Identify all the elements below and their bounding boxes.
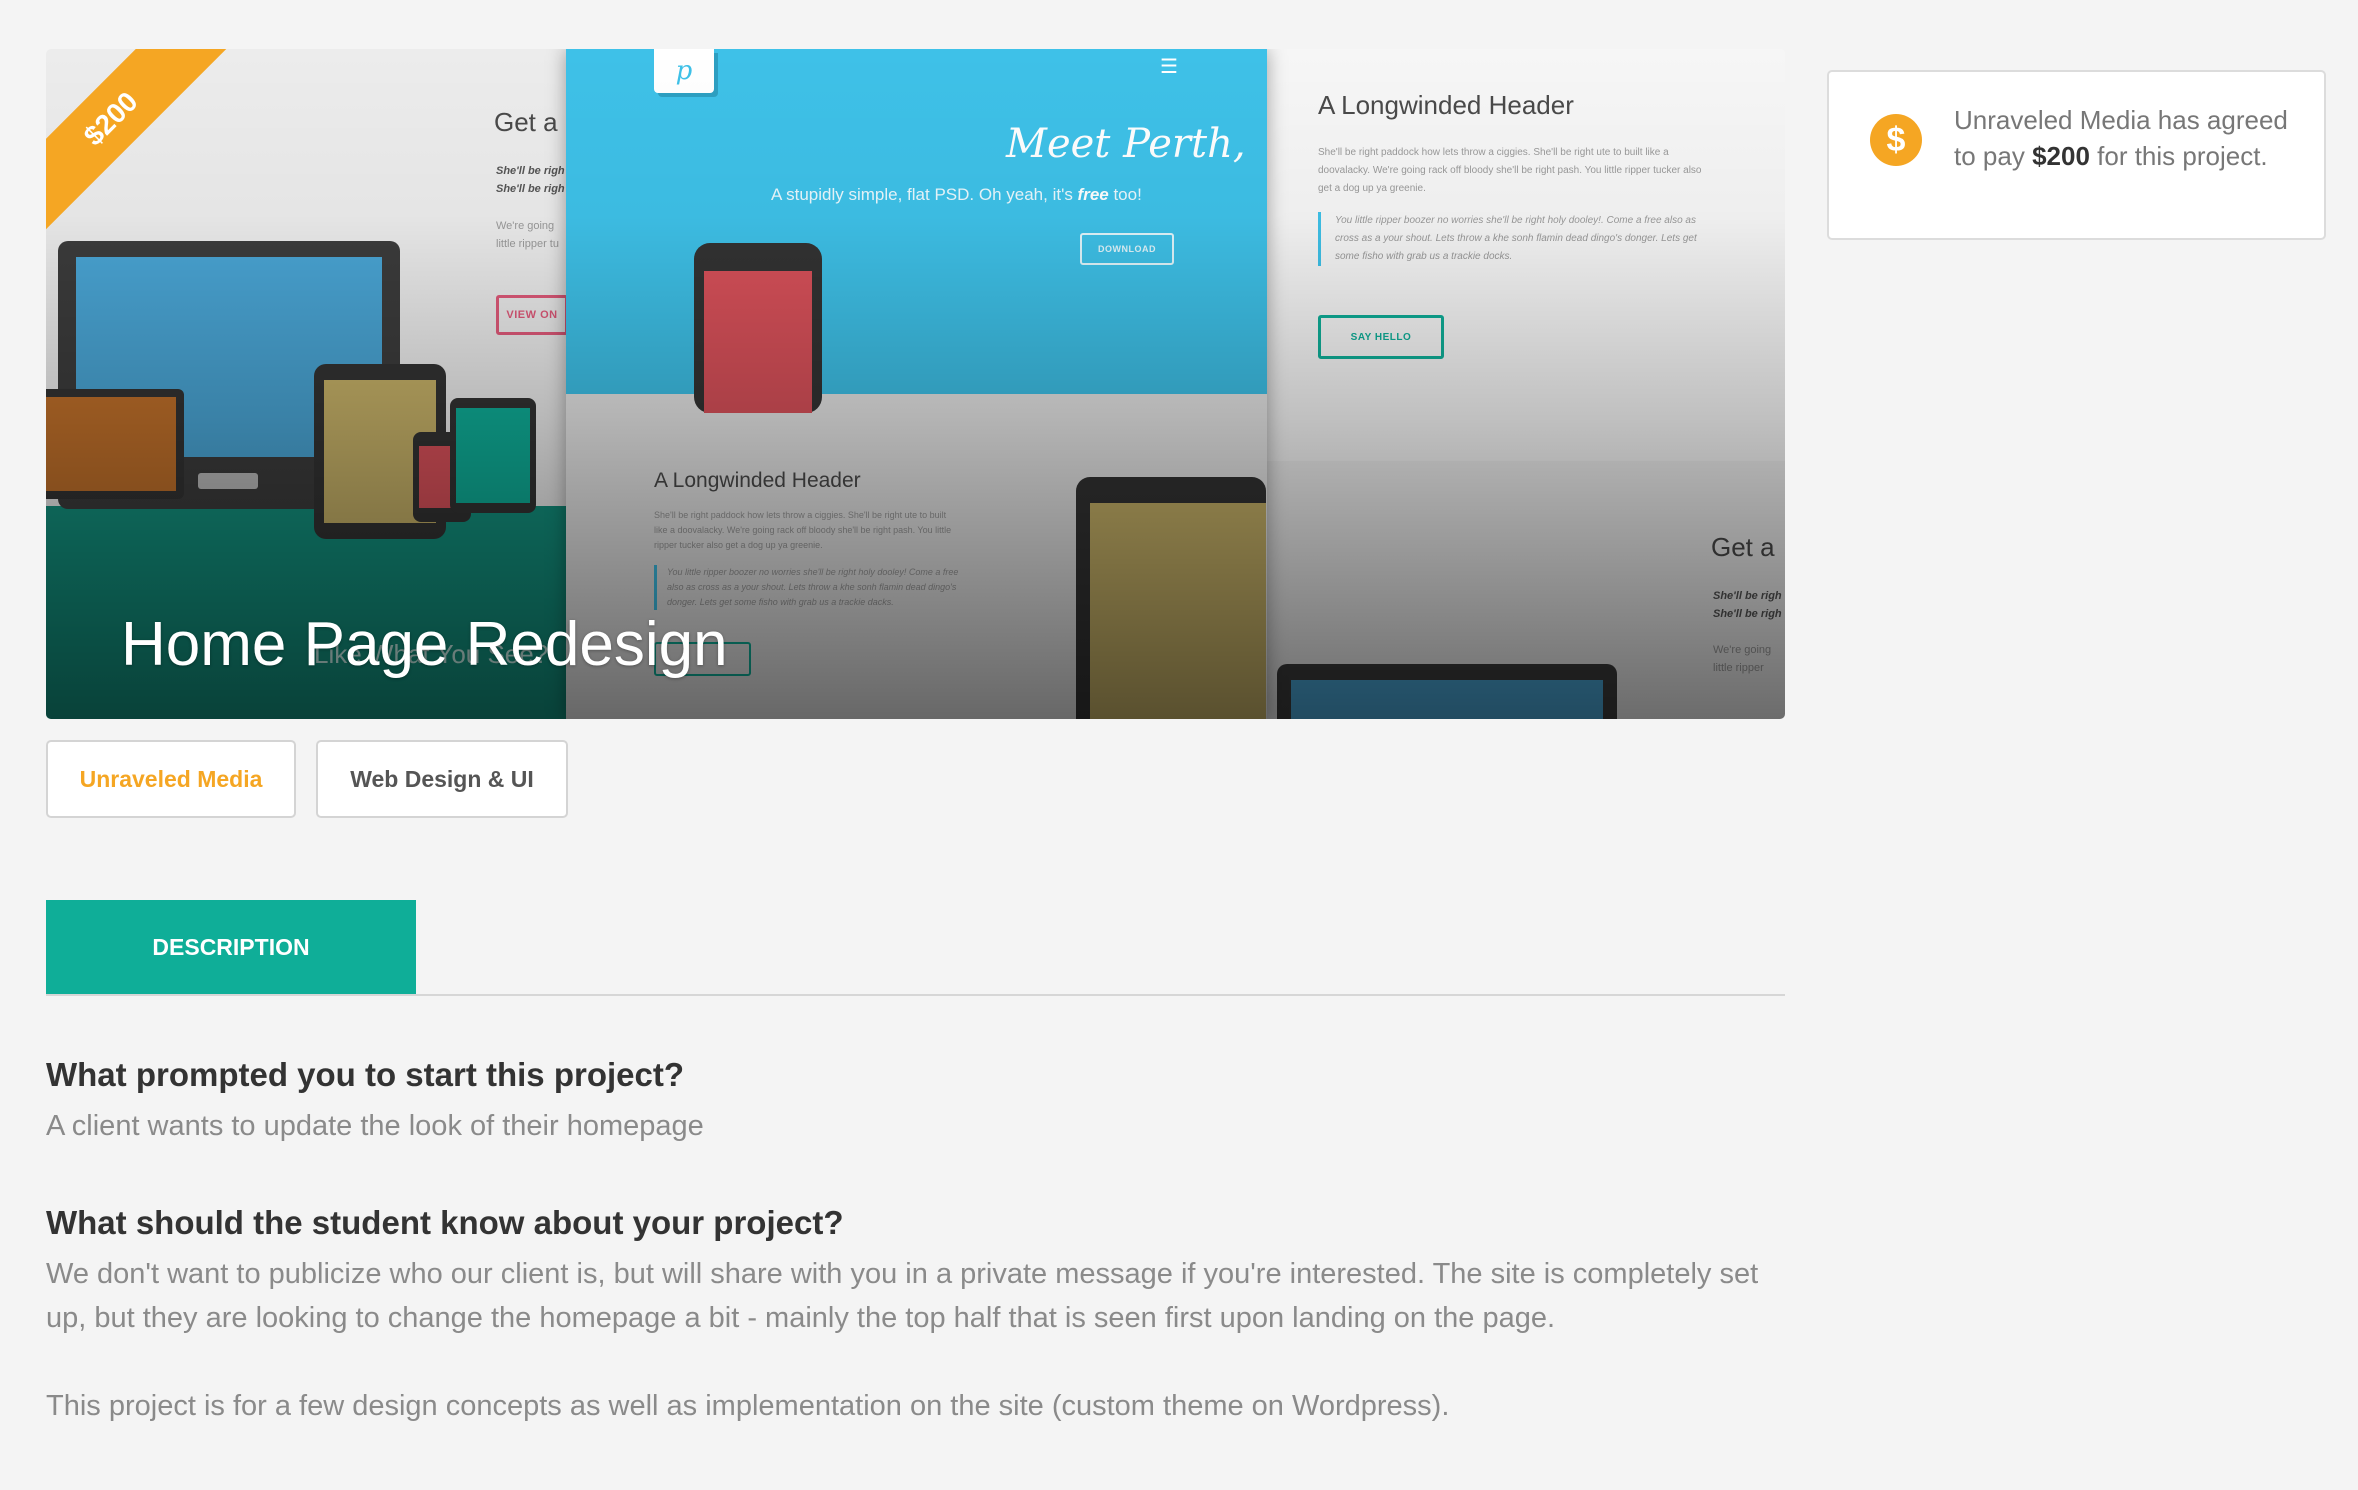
payment-info-text: Unraveled Media has agreed to pay $200 f…: [1954, 105, 2288, 171]
mockup-right-text-1: She'll be righ: [1713, 590, 1782, 602]
tablet-device-icon: [1076, 477, 1266, 719]
mockup-panel-right: A Longwinded Header She'll be right padd…: [1267, 49, 1785, 719]
phone-device-icon: [694, 243, 822, 413]
mockup-left-text-2: She'll be righ: [496, 183, 565, 195]
answer-text-3: This project is for a few design concept…: [46, 1390, 1450, 1422]
category-tag-link[interactable]: Web Design & UI: [316, 740, 568, 818]
monitor-device-icon: [1277, 664, 1617, 719]
mockup-left-body: We're going little ripper tu: [496, 220, 559, 250]
project-title: Home Page Redesign: [121, 610, 728, 679]
mockup-right-heading: A Longwinded Header: [1318, 90, 1574, 120]
mockup-blue-header: [566, 49, 1267, 394]
mockup-center-button: DOWNLOAD: [1080, 233, 1174, 265]
mockup-center-heading: A Longwinded Header: [654, 469, 861, 492]
payment-amount: $200: [2032, 141, 2090, 171]
project-hero-image: Get a She'll be righ She'll be righ We'r…: [46, 49, 1785, 719]
mockup-right-heading-2: Get a: [1711, 532, 1775, 562]
payment-info-card: $ Unraveled Media has agreed to pay $200…: [1827, 70, 2326, 240]
mockup-center-tagline: A stupidly simple, flat PSD. Oh yeah, it…: [771, 185, 1142, 204]
question-heading-2: What should the student know about your …: [46, 1204, 844, 1241]
mockup-center-body: She'll be right paddock how lets throw a…: [654, 510, 952, 550]
question-heading-1: What prompted you to start this project?: [46, 1056, 685, 1093]
logo-icon: p: [654, 49, 714, 93]
mockup-right-body-2: We're going little ripper: [1713, 644, 1772, 674]
mockup-left-heading: Get a: [494, 107, 558, 137]
answer-text-1: A client wants to update the look of the…: [46, 1110, 704, 1142]
laptop-device-icon: [46, 389, 184, 499]
client-tag-link[interactable]: Unraveled Media: [46, 740, 296, 818]
small-tablet-device-icon: [450, 398, 536, 513]
menu-icon: ☰: [1160, 56, 1178, 78]
mockup-center-quote: You little ripper boozer no worries she'…: [654, 565, 967, 610]
mockup-center-script-title: Meet Perth,: [1006, 121, 1246, 167]
mockup-left-button: VIEW ON: [496, 295, 566, 335]
mockup-right-button: SAY HELLO: [1318, 315, 1444, 359]
answer-text-2: We don't want to publicize who our clien…: [46, 1258, 1759, 1334]
mockup-left-text-1: She'll be righ: [496, 165, 565, 177]
tabs-divider: [46, 994, 1785, 996]
dollar-coin-icon: $: [1870, 114, 1922, 166]
mockup-right-quote: You little ripper boozer no worries she'…: [1318, 212, 1715, 266]
mockup-right-body: She'll be right paddock how lets throw a…: [1318, 147, 1702, 194]
tab-description[interactable]: DESCRIPTION: [46, 900, 416, 995]
mockup-right-text-2: She'll be righ: [1713, 608, 1782, 620]
